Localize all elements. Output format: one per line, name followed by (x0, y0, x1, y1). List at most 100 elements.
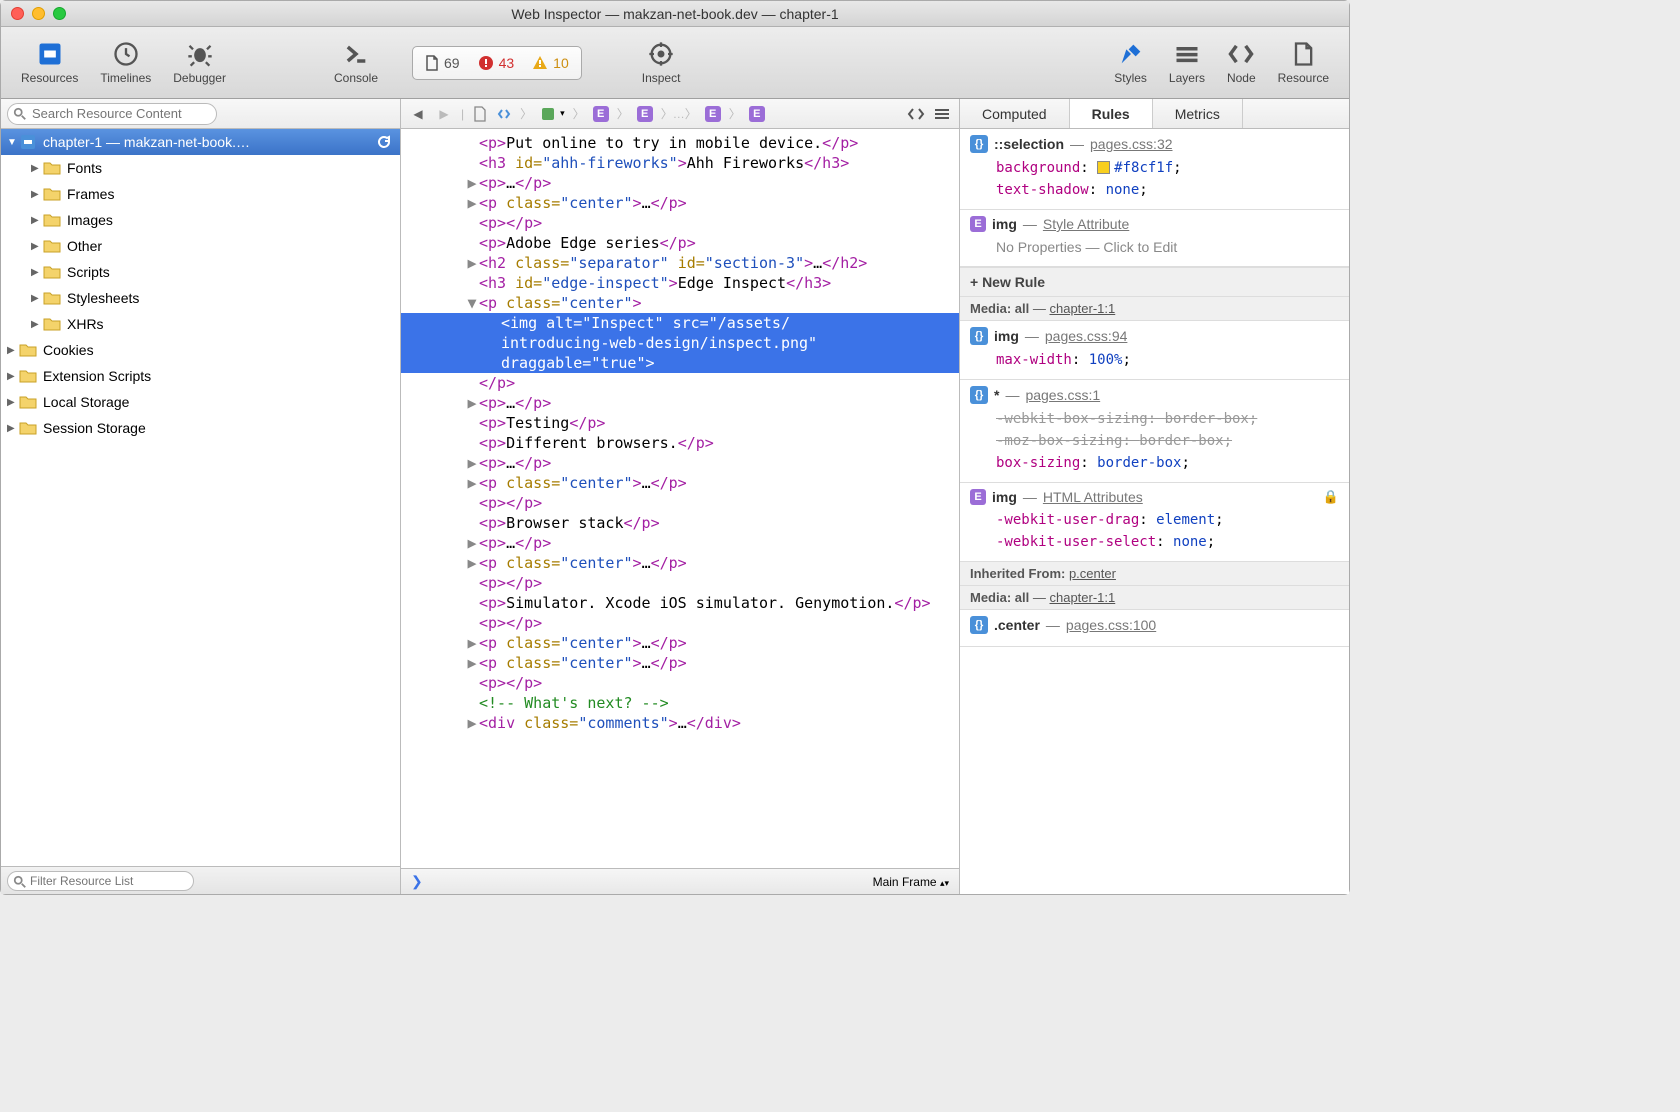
console-tool[interactable]: Console (326, 40, 386, 85)
rules-list[interactable]: {} ::selection — pages.css:32background:… (960, 129, 1349, 894)
dom-line[interactable]: ▶<p class="center">…</p> (401, 193, 959, 213)
inspect-tool[interactable]: Inspect (634, 40, 689, 85)
minimize-button[interactable] (32, 7, 45, 20)
rule-block[interactable]: E img — HTML Attributes🔒-webkit-user-dra… (960, 483, 1349, 562)
filter-bar (1, 866, 400, 894)
css-declaration[interactable]: text-shadow: none; (996, 179, 1339, 201)
node-icon[interactable] (496, 106, 512, 122)
new-rule-section[interactable]: + New Rule (960, 267, 1349, 297)
dom-line[interactable]: ▶<p>…</p> (401, 173, 959, 193)
frame-icon (540, 106, 556, 122)
filter-input[interactable] (7, 871, 194, 891)
dom-line[interactable]: ▶<p>…</p> (401, 393, 959, 413)
crumb[interactable]: ▾ (540, 106, 565, 122)
styles-tool[interactable]: Styles (1106, 40, 1155, 85)
tab-rules[interactable]: Rules (1070, 99, 1153, 128)
dom-line[interactable]: ▶<div class="comments">…</div> (401, 713, 959, 733)
tree-folder[interactable]: ▶Other (1, 233, 400, 259)
rule-block[interactable]: {} img — pages.css:94max-width: 100%; (960, 321, 1349, 380)
styles-tabs: Computed Rules Metrics (960, 99, 1349, 129)
dom-line[interactable]: <p></p> (401, 493, 959, 513)
dom-line[interactable]: ▶<p class="center">…</p> (401, 473, 959, 493)
search-bar (1, 99, 400, 129)
tree-folder[interactable]: ▶Fonts (1, 155, 400, 181)
back-button[interactable]: ◀ (409, 105, 427, 123)
debugger-tool[interactable]: Debugger (165, 40, 234, 85)
error-count[interactable]: 43 (478, 55, 515, 71)
rule-block[interactable]: E img — Style AttributeNo Properties — C… (960, 210, 1349, 267)
dom-line[interactable]: <p>Simulator. Xcode iOS simulator. Genym… (401, 593, 959, 613)
dom-line[interactable]: ▶<p>…</p> (401, 453, 959, 473)
crumb[interactable]: E (749, 106, 765, 122)
tree-folder[interactable]: ▶Images (1, 207, 400, 233)
dom-tree[interactable]: <p>Put online to try in mobile device.</… (401, 129, 959, 868)
dom-line[interactable]: draggable="true"> (401, 353, 959, 373)
layers-tool[interactable]: Layers (1161, 40, 1213, 85)
crumb[interactable]: E (705, 106, 721, 122)
warning-count[interactable]: 10 (532, 55, 569, 71)
dom-line[interactable]: ▶<h2 class="separator" id="section-3">…<… (401, 253, 959, 273)
window-title: Web Inspector — makzan-net-book.dev — ch… (1, 6, 1349, 22)
styles-panel: Computed Rules Metrics {} ::selection — … (959, 99, 1349, 894)
tree-folder[interactable]: ▶Frames (1, 181, 400, 207)
dom-line[interactable]: introducing-web-design/inspect.png" (401, 333, 959, 353)
close-button[interactable] (11, 7, 24, 20)
css-declaration[interactable]: box-sizing: border-box; (996, 452, 1339, 474)
timelines-tool[interactable]: Timelines (92, 40, 159, 85)
frame-selector[interactable]: Main Frame ▴▾ (873, 875, 949, 889)
tree-folder[interactable]: ▶Extension Scripts (1, 363, 400, 389)
dom-line[interactable]: <h3 id="edge-inspect">Edge Inspect</h3> (401, 273, 959, 293)
rule-block[interactable]: {} .center — pages.css:100 (960, 610, 1349, 647)
forward-button[interactable]: ▶ (435, 105, 453, 123)
crumb[interactable]: E (637, 106, 653, 122)
css-declaration[interactable]: -webkit-user-drag: element; (996, 509, 1339, 531)
dom-line[interactable]: <p>Different browsers.</p> (401, 433, 959, 453)
css-declaration[interactable]: -webkit-user-select: none; (996, 531, 1339, 553)
tree-root[interactable]: ▼chapter-1 — makzan-net-book.… (1, 129, 400, 155)
dom-line[interactable]: <p></p> (401, 613, 959, 633)
zoom-button[interactable] (53, 7, 66, 20)
css-declaration[interactable]: -moz-box-sizing: border-box; (996, 430, 1339, 452)
crumb[interactable]: E (593, 106, 609, 122)
css-declaration[interactable]: background: #f8cf1f; (996, 157, 1339, 179)
search-input[interactable] (7, 103, 217, 125)
dom-line[interactable]: <p>Put online to try in mobile device.</… (401, 133, 959, 153)
tree-folder[interactable]: ▶Stylesheets (1, 285, 400, 311)
resources-tool[interactable]: Resources (13, 40, 86, 85)
dom-line[interactable]: <h3 id="ahh-fireworks">Ahh Fireworks</h3… (401, 153, 959, 173)
rule-block[interactable]: {} * — pages.css:1-webkit-box-sizing: bo… (960, 380, 1349, 483)
tree-folder[interactable]: ▶Scripts (1, 259, 400, 285)
dom-line[interactable]: ▶<p class="center">…</p> (401, 633, 959, 653)
tree-folder[interactable]: ▶Session Storage (1, 415, 400, 441)
css-declaration[interactable]: -webkit-box-sizing: border-box; (996, 408, 1339, 430)
resource-count[interactable]: 69 (425, 55, 460, 71)
tree-folder[interactable]: ▶Cookies (1, 337, 400, 363)
tab-computed[interactable]: Computed (960, 99, 1070, 128)
dom-line[interactable]: <img alt="Inspect" src="/assets/ (401, 313, 959, 333)
dom-line[interactable]: </p> (401, 373, 959, 393)
resource-tool[interactable]: Resource (1270, 40, 1337, 85)
dom-line[interactable]: <p></p> (401, 213, 959, 233)
dom-line[interactable]: <p>Browser stack</p> (401, 513, 959, 533)
dom-line[interactable]: <!-- What's next? --> (401, 693, 959, 713)
reload-icon[interactable] (376, 134, 392, 150)
styles-icon (1117, 40, 1145, 68)
code-icon[interactable] (907, 105, 925, 123)
dom-line[interactable]: ▶<p class="center">…</p> (401, 653, 959, 673)
rule-block[interactable]: {} ::selection — pages.css:32background:… (960, 129, 1349, 210)
timelines-icon (112, 40, 140, 68)
tree-folder[interactable]: ▶Local Storage (1, 389, 400, 415)
dom-line[interactable]: ▶<p class="center">…</p> (401, 553, 959, 573)
layers-icon[interactable] (933, 105, 951, 123)
dom-line[interactable]: ▼<p class="center"> (401, 293, 959, 313)
css-declaration[interactable]: max-width: 100%; (996, 349, 1339, 371)
node-tool[interactable]: Node (1219, 40, 1264, 85)
dom-line[interactable]: ▶<p>…</p> (401, 533, 959, 553)
tree-folder[interactable]: ▶XHRs (1, 311, 400, 337)
dom-line[interactable]: <p></p> (401, 573, 959, 593)
dom-line[interactable]: <p></p> (401, 673, 959, 693)
tab-metrics[interactable]: Metrics (1153, 99, 1243, 128)
dom-line[interactable]: <p>Adobe Edge series</p> (401, 233, 959, 253)
prompt-icon[interactable]: ❯ (411, 873, 423, 890)
dom-line[interactable]: <p>Testing</p> (401, 413, 959, 433)
